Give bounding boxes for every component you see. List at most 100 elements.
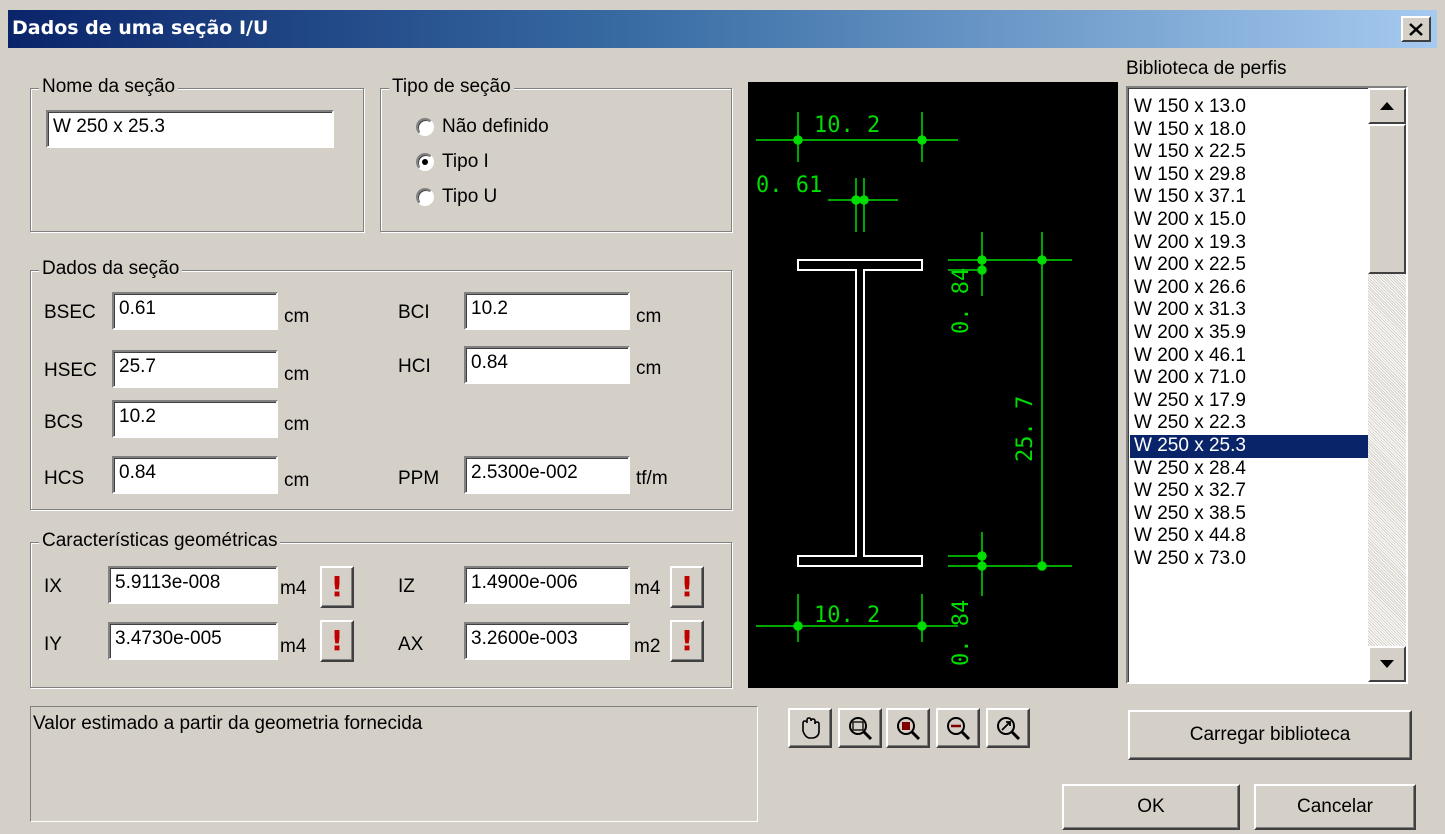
scroll-down-button[interactable] [1368,646,1406,682]
ppm-input[interactable]: 2.5300e-002 [464,456,630,494]
close-button[interactable] [1401,16,1431,42]
list-item[interactable]: W 150 x 18.0 [1130,119,1372,142]
ix-estimate-button[interactable]: ! [320,566,354,608]
pan-button[interactable] [788,708,832,748]
zoom-fit-button[interactable] [886,708,930,748]
ax-input[interactable]: 3.2600e-003 [464,622,630,660]
list-item[interactable]: W 200 x 15.0 [1130,209,1372,232]
iz-input[interactable]: 1.4900e-006 [464,566,630,604]
list-item[interactable]: W 200 x 35.9 [1130,322,1372,345]
list-item[interactable]: W 250 x 22.3 [1130,412,1372,435]
list-item[interactable]: W 250 x 28.4 [1130,458,1372,481]
scroll-thumb[interactable] [1368,124,1406,274]
bci-unit: cm [636,306,662,327]
list-item[interactable]: W 250 x 25.3 [1130,434,1372,458]
radio-nao-definido[interactable]: Não definido [416,116,549,138]
list-item[interactable]: W 200 x 19.3 [1130,232,1372,255]
bsec-input[interactable]: 0.61 [112,292,278,330]
list-item[interactable]: W 250 x 32.7 [1130,480,1372,503]
section-name-input[interactable]: W 250 x 25.3 [46,110,334,148]
ok-button[interactable]: OK [1062,784,1240,830]
section-drawing[interactable]: 10. 2 0. 61 0. 84 25. 7 10. 2 0. 84 [748,82,1118,688]
arrow-up-icon [1380,102,1394,110]
iy-estimate-button[interactable]: ! [320,620,354,662]
geometric-properties-legend: Características geométricas [39,530,281,552]
radio-label: Tipo U [442,186,498,207]
list-item[interactable]: W 150 x 29.8 [1130,164,1372,187]
zoom-window-icon [849,717,873,741]
list-scrollbar[interactable] [1368,88,1406,682]
list-item[interactable]: W 250 x 44.8 [1130,525,1372,548]
bci-input[interactable]: 10.2 [464,292,630,330]
radio-label: Não definido [442,116,549,137]
ix-input[interactable]: 5.9113e-008 [108,566,278,604]
pan-icon [802,717,820,739]
exclamation-icon: ! [680,624,694,657]
list-item[interactable]: W 150 x 22.5 [1130,141,1372,164]
hsec-label: HSEC [44,360,97,381]
hsec-unit: cm [284,364,310,385]
hci-unit: cm [636,358,662,379]
ax-unit: m2 [634,636,661,657]
hcs-unit: cm [284,470,310,491]
list-item[interactable]: W 200 x 31.3 [1130,299,1372,322]
hsec-input[interactable]: 25.7 [112,350,278,388]
dim-top-flange-thickness: 0. 84 [949,268,974,334]
iz-unit: m4 [634,578,661,599]
radio-button[interactable] [416,188,434,206]
hci-label: HCI [398,356,431,377]
iz-estimate-button[interactable]: ! [670,566,704,608]
section-type-legend: Tipo de seção [389,76,514,98]
radio-tipo-u[interactable]: Tipo U [416,186,497,208]
dim-height: 25. 7 [1013,396,1038,462]
dimension-labels: 10. 2 0. 61 0. 84 25. 7 10. 2 0. 84 [756,113,1038,666]
section-data-legend: Dados da seção [39,258,183,280]
hcs-input[interactable]: 0.84 [112,456,278,494]
bcs-unit: cm [284,414,310,435]
radio-button-checked[interactable] [416,153,434,171]
ax-label: AX [398,634,424,655]
dim-web-thickness: 0. 61 [756,173,822,198]
list-item[interactable]: W 250 x 73.0 [1130,548,1372,571]
library-label: Biblioteca de perfis [1126,58,1287,79]
bci-label: BCI [398,302,430,323]
bcs-input[interactable]: 10.2 [112,400,278,438]
geometric-properties-group: Características geométricas [30,530,732,688]
zoom-extents-button[interactable] [986,708,1030,748]
radio-tipo-i[interactable]: Tipo I [416,151,489,173]
iy-unit: m4 [280,636,307,657]
list-item[interactable]: W 250 x 38.5 [1130,503,1372,526]
exclamation-icon: ! [330,624,344,657]
list-item[interactable]: W 200 x 26.6 [1130,277,1372,300]
list-item[interactable]: W 200 x 46.1 [1130,345,1372,368]
load-library-button[interactable]: Carregar biblioteca [1128,710,1412,760]
bsec-label: BSEC [44,302,96,323]
title-bar: Dados de uma seção I/U [8,10,1437,48]
zoom-out-icon [947,717,971,741]
status-message: Valor estimado a partir da geometria for… [33,713,423,734]
list-items: W 150 x 13.0 W 150 x 18.0 W 150 x 22.5 W 15… [1130,96,1372,570]
zoom-window-button[interactable] [838,708,882,748]
dim-top-flange-width: 10. 2 [814,113,880,138]
window-title: Dados de uma seção I/U [12,17,269,39]
list-item[interactable]: W 150 x 13.0 [1130,96,1372,119]
list-item[interactable]: W 250 x 17.9 [1130,390,1372,413]
list-item[interactable]: W 200 x 71.0 [1130,367,1372,390]
status-message-box: Valor estimado a partir da geometria for… [30,706,758,822]
ax-estimate-button[interactable]: ! [670,620,704,662]
profile-library-list[interactable]: W 150 x 13.0 W 150 x 18.0 W 150 x 22.5 W 15… [1126,86,1408,684]
bcs-label: BCS [44,412,84,433]
hci-input[interactable]: 0.84 [464,346,630,384]
iy-input[interactable]: 3.4730e-005 [108,622,278,660]
ix-unit: m4 [280,578,307,599]
ix-label: IX [44,576,62,597]
list-item[interactable]: W 150 x 37.1 [1130,186,1372,209]
dim-bottom-flange-width: 10. 2 [814,603,880,628]
cancel-button[interactable]: Cancelar [1254,784,1416,830]
scroll-up-button[interactable] [1368,88,1406,124]
list-item[interactable]: W 200 x 22.5 [1130,254,1372,277]
radio-button[interactable] [416,118,434,136]
section-name-legend: Nome da seção [39,76,179,98]
zoom-fit-icon [897,717,921,741]
zoom-out-button[interactable] [936,708,980,748]
